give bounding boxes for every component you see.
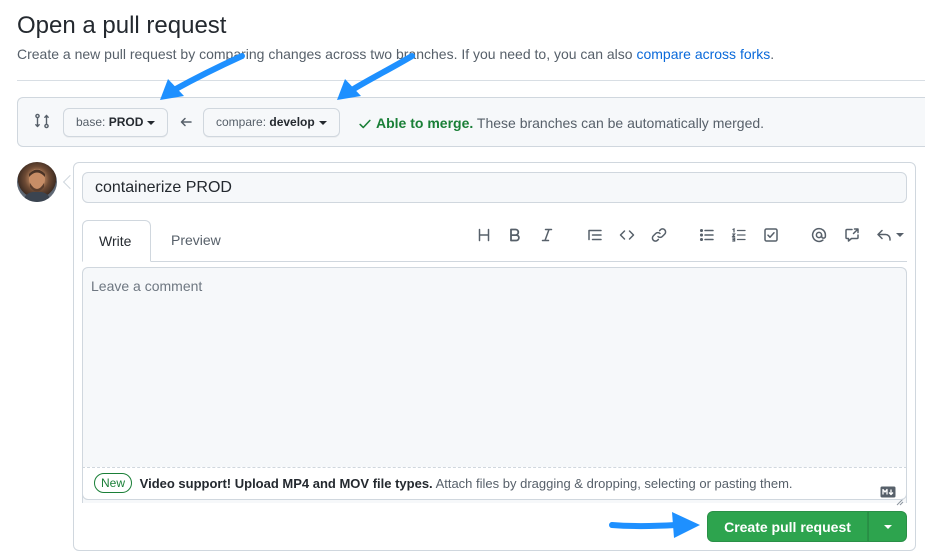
compare-branch-button[interactable]: compare: develop xyxy=(203,108,340,137)
base-prefix: base: xyxy=(76,115,106,129)
new-badge: New xyxy=(94,473,133,493)
upload-hint-text: Attach files by dragging & dropping, sel… xyxy=(435,476,793,491)
header-divider xyxy=(17,80,925,81)
compare-across-forks-link[interactable]: compare across forks xyxy=(636,46,770,62)
upload-feature-text: Video support! Upload MP4 and MOV file t… xyxy=(139,476,433,491)
compare-branch-name: develop xyxy=(269,115,315,129)
create-pull-request-button[interactable]: Create pull request xyxy=(707,511,868,542)
description-text: Create a new pull request by comparing c… xyxy=(17,46,633,62)
cross-reference-icon[interactable] xyxy=(844,227,860,243)
bullet-list-icon[interactable] xyxy=(699,227,715,243)
avatar[interactable] xyxy=(17,162,57,202)
base-branch-button[interactable]: base: PROD xyxy=(63,108,169,137)
pull-request-composer: Write Preview New Vide xyxy=(73,162,916,551)
mention-icon[interactable] xyxy=(811,227,827,243)
chevron-down-icon xyxy=(147,120,156,125)
italic-icon[interactable] xyxy=(539,227,555,243)
branch-range-bar: base: PROD compare: develop Able to merg… xyxy=(17,97,925,147)
chevron-down-icon xyxy=(884,525,892,529)
compare-prefix: compare: xyxy=(216,115,267,129)
quote-icon[interactable] xyxy=(587,227,603,243)
merge-ok-label: Able to merge. xyxy=(376,115,474,131)
chevron-down-icon[interactable] xyxy=(896,233,904,237)
description-period: . xyxy=(770,46,775,62)
chevron-down-icon xyxy=(318,120,327,125)
tab-write[interactable]: Write xyxy=(82,220,151,262)
pr-title-input[interactable] xyxy=(82,172,907,203)
page-title: Open a pull request xyxy=(17,12,227,39)
merge-note: These branches can be automatically merg… xyxy=(476,115,765,131)
link-icon[interactable] xyxy=(651,227,667,243)
code-icon[interactable] xyxy=(619,227,635,243)
heading-icon[interactable] xyxy=(476,227,492,243)
check-icon xyxy=(358,117,372,135)
file-upload-bar[interactable]: New Video support! Upload MP4 and MOV fi… xyxy=(82,467,907,500)
base-branch-name: PROD xyxy=(108,115,144,129)
reply-icon[interactable] xyxy=(876,227,892,243)
task-list-icon[interactable] xyxy=(763,227,779,243)
create-pr-options-button[interactable] xyxy=(868,511,907,542)
merge-status: Able to merge. These branches can be aut… xyxy=(358,114,764,135)
bold-icon[interactable] xyxy=(507,227,523,243)
tab-preview[interactable]: Preview xyxy=(155,220,237,262)
git-compare-icon xyxy=(34,113,50,129)
page-description: Create a new pull request by comparing c… xyxy=(17,45,774,63)
numbered-list-icon[interactable] xyxy=(731,227,747,243)
markdown-icon[interactable] xyxy=(880,478,896,498)
arrow-left-icon xyxy=(178,114,194,130)
